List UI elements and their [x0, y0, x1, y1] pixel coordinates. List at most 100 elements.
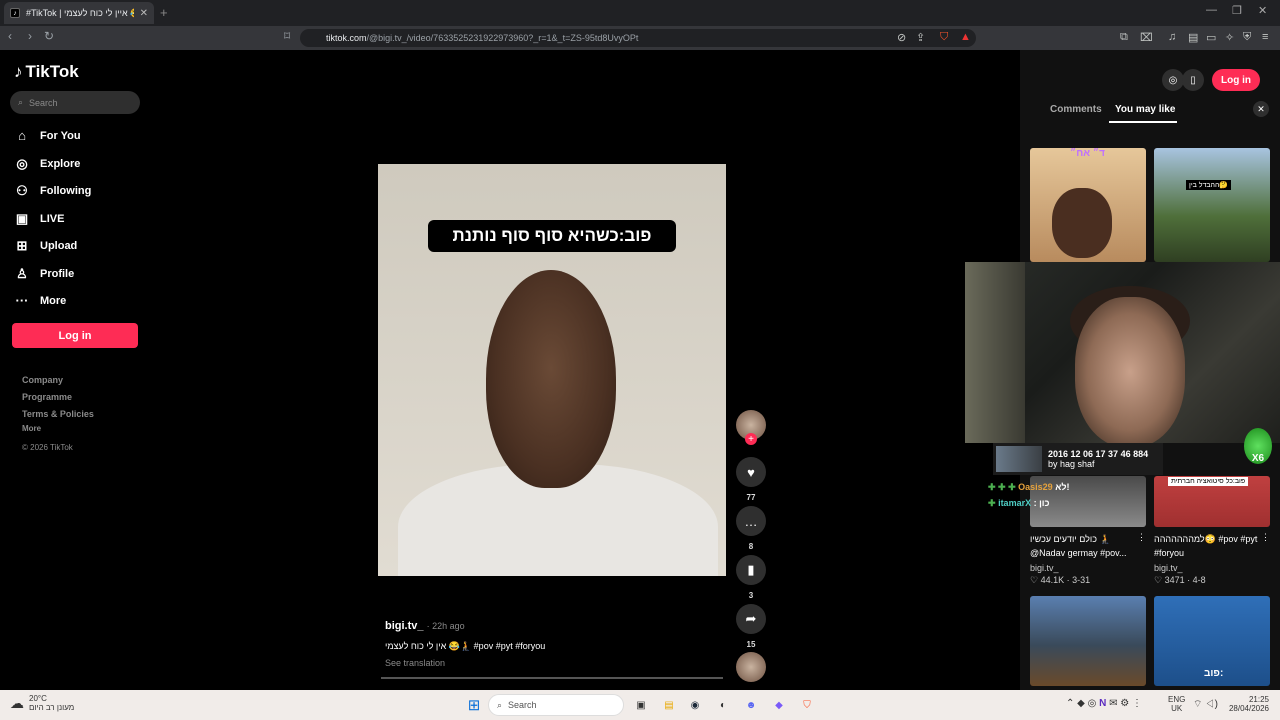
- like-button[interactable]: ♥ 77: [736, 457, 766, 502]
- comment-icon: …: [736, 506, 766, 536]
- sidebar-icon[interactable]: ▤: [1188, 31, 1198, 44]
- reload-icon[interactable]: ↻: [44, 29, 54, 43]
- leo-icon[interactable]: ✧: [1225, 31, 1234, 44]
- maximize-icon[interactable]: ❐: [1232, 4, 1242, 17]
- file-explorer-icon[interactable]: ▤: [660, 696, 678, 714]
- nav-more[interactable]: ··· More: [14, 293, 67, 308]
- see-translation-link[interactable]: See translation: [385, 658, 445, 668]
- live-icon: ▣: [15, 211, 29, 226]
- video-author[interactable]: bigi.tv_ · 22h ago: [385, 620, 465, 632]
- new-tab-icon[interactable]: +: [160, 5, 168, 20]
- bookmark-icon: ▮: [736, 555, 766, 585]
- share-icon[interactable]: ⇪: [916, 31, 925, 44]
- nav-explore[interactable]: ◎ Explore: [14, 156, 80, 172]
- network-volume-icon[interactable]: ⌔ ◁): [1193, 698, 1218, 711]
- mute-icon[interactable]: ⊘: [897, 31, 906, 44]
- card-overlay-text: פוב:: [1204, 668, 1224, 679]
- language-indicator[interactable]: ENG UK: [1168, 695, 1185, 713]
- brave-browser-icon[interactable]: ⛉: [798, 696, 816, 714]
- card-3-caption[interactable]: כולם יודעים עכשיו 🧎 @Nadav germay #pov..…: [1030, 532, 1138, 560]
- compass-small-icon[interactable]: ◎: [1162, 69, 1184, 91]
- nav-following[interactable]: ⚇ Following: [14, 183, 91, 199]
- nav-profile[interactable]: ♙ Profile: [14, 266, 74, 282]
- search-icon: ⌕: [497, 699, 503, 710]
- minimize-icon[interactable]: —: [1206, 4, 1217, 16]
- back-icon[interactable]: ‹: [8, 29, 12, 43]
- tab-title: #TikTok | איין לי כוח לעצמי 😂🧎: [26, 7, 134, 18]
- video-player[interactable]: פוב:כשהיא סוף סוף נותנת: [378, 164, 726, 576]
- footer-terms[interactable]: Terms & Policies: [22, 409, 94, 419]
- close-window-icon[interactable]: ✕: [1258, 4, 1267, 17]
- weather-widget[interactable]: ☁ 20°C מעונן רב היום: [10, 694, 74, 712]
- sound-disc-icon: [736, 652, 766, 682]
- steam-icon[interactable]: ◉: [686, 696, 704, 714]
- card-4-caption[interactable]: למההההההה😳 #pov #pyt #foryou: [1154, 532, 1262, 560]
- taskbar-search[interactable]: ⌕ Search: [488, 694, 624, 716]
- card-3-user[interactable]: bigi.tv_: [1030, 563, 1059, 573]
- login-button[interactable]: Log in: [12, 323, 138, 348]
- obs-icon[interactable]: ◐: [714, 696, 732, 714]
- rewards-icon[interactable]: ▲: [960, 31, 971, 43]
- tab-comments[interactable]: Comments: [1050, 104, 1102, 115]
- card-4-more-icon[interactable]: ⋮: [1261, 532, 1270, 543]
- browser-tab[interactable]: ♪ #TikTok | איין לי כוח לעצמי 😂🧎 ✕: [4, 2, 154, 24]
- extensions-icon[interactable]: ⧉: [1120, 31, 1128, 44]
- search-icon: ⌕: [18, 97, 24, 107]
- share-button[interactable]: ➦ 15: [736, 604, 766, 649]
- discord-icon[interactable]: ☻: [742, 696, 760, 714]
- card-overlay-text: פוב:כל סיטואציה חברתית: [1168, 477, 1249, 486]
- nav-live[interactable]: ▣ LIVE: [14, 211, 65, 227]
- forward-icon[interactable]: ›: [28, 29, 32, 43]
- address-bar[interactable]: tiktok.com /@bigi.tv_/video/763352523192…: [300, 29, 976, 47]
- music-icon[interactable]: ♫: [1168, 31, 1176, 43]
- now-playing-thumbnail: [996, 446, 1042, 472]
- wallet-icon[interactable]: ▭: [1206, 31, 1216, 44]
- search-input[interactable]: ⌕ Search: [10, 91, 140, 114]
- device-icon[interactable]: ▯: [1182, 69, 1204, 91]
- heart-icon: ♥: [736, 457, 766, 487]
- webcam-wall: [965, 262, 1025, 443]
- brave-shield-icon[interactable]: ⛉: [940, 31, 948, 44]
- suggested-card-1[interactable]: ד״ אח״: [1030, 148, 1146, 262]
- tab-close-icon[interactable]: ✕: [140, 8, 148, 19]
- card-overlay-text: ד״ אח״: [1070, 148, 1105, 159]
- nav-upload[interactable]: ⊞ Upload: [14, 238, 78, 254]
- suggested-card-4[interactable]: פוב:כל סיטואציה חברתית: [1154, 476, 1270, 527]
- start-icon[interactable]: ⊞: [465, 696, 483, 714]
- menu-icon[interactable]: ≡: [1262, 31, 1268, 43]
- card-3-stats: ♡ 44.1K · 3-31: [1030, 575, 1091, 585]
- tab-you-may-like[interactable]: You may like: [1115, 104, 1175, 115]
- now-playing-artist: by hag shaf: [1048, 459, 1095, 469]
- clock[interactable]: 21:25 28/04/2026: [1227, 695, 1269, 713]
- comment-button[interactable]: … 8: [736, 506, 766, 551]
- home-icon: ⌂: [18, 128, 26, 143]
- card-3-more-icon[interactable]: ⋮: [1137, 532, 1146, 543]
- weather-cloud-icon: ☁: [10, 694, 24, 711]
- suggested-card-6[interactable]: פוב:: [1154, 596, 1270, 686]
- tiktok-logo[interactable]: ♪ TikTok: [14, 62, 79, 82]
- chat-badge-icon: ✚ ✚ ✚: [988, 482, 1016, 492]
- app-icon[interactable]: ◆: [770, 696, 788, 714]
- nav-for-you[interactable]: ⌂ For You: [14, 128, 80, 143]
- chat-message-2: ✚ itamarX : כון: [988, 498, 1050, 508]
- bookmark-icon[interactable]: ⌑: [284, 29, 290, 43]
- footer-company[interactable]: Company: [22, 375, 63, 385]
- follow-plus-icon[interactable]: +: [745, 433, 757, 445]
- tray-icons[interactable]: ⌃ ◆ ◎ N ✉ ⚙ ⋮: [1066, 698, 1142, 709]
- sound-disc-button[interactable]: [736, 652, 766, 682]
- suggested-card-5[interactable]: [1030, 596, 1146, 686]
- share-count: 15: [746, 640, 756, 649]
- save-button[interactable]: ▮ 3: [736, 555, 766, 600]
- header-login-button[interactable]: Log in: [1212, 69, 1260, 91]
- webcam-person: [1075, 297, 1185, 443]
- footer-programme[interactable]: Programme: [22, 392, 72, 402]
- task-view-icon[interactable]: ▣: [632, 696, 650, 714]
- footer-more[interactable]: More: [22, 424, 41, 433]
- plus-square-icon: ⊞: [16, 238, 28, 253]
- card-4-user[interactable]: bigi.tv_: [1154, 563, 1183, 573]
- suggested-card-2[interactable]: ההבדל בין🤔: [1154, 148, 1270, 262]
- video-progress-bar[interactable]: [381, 677, 723, 679]
- close-panel-icon[interactable]: ✕: [1253, 101, 1269, 117]
- screenshot-icon[interactable]: ⌧: [1140, 31, 1153, 44]
- vpn-icon[interactable]: ⛨: [1243, 31, 1251, 44]
